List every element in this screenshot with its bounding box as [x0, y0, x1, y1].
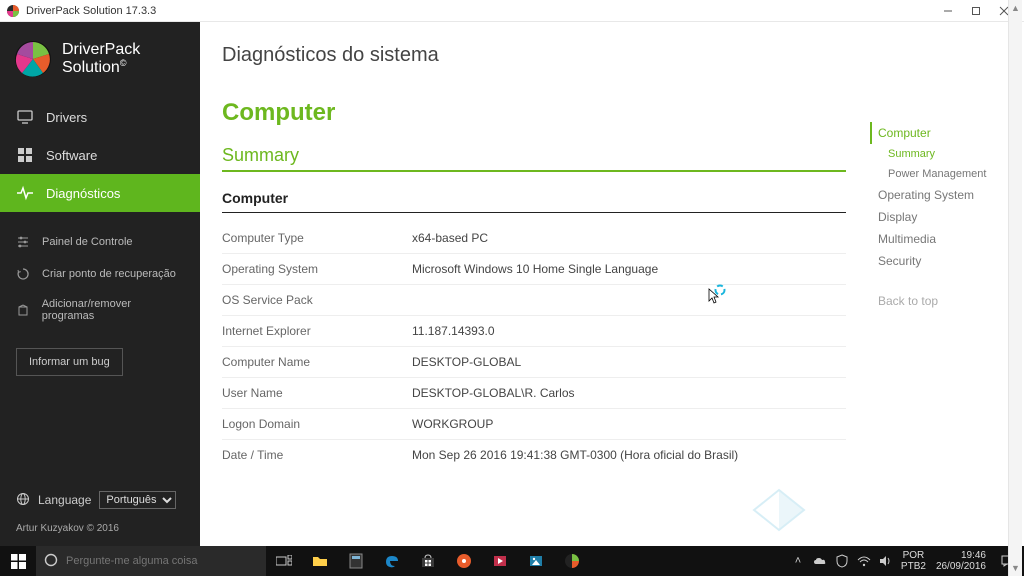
- toc-display[interactable]: Display: [870, 206, 1018, 228]
- brand-logo: DriverPack Solution©: [0, 22, 200, 98]
- tool-add-remove-label: Adicionar/remover programas: [42, 298, 184, 322]
- globe-icon: [16, 492, 30, 509]
- info-key: Operating System: [222, 262, 412, 276]
- window-minimize-button[interactable]: [934, 0, 962, 22]
- info-value: Microsoft Windows 10 Home Single Languag…: [412, 262, 846, 276]
- scroll-up-icon[interactable]: ▲: [1009, 0, 1022, 16]
- section-computer-subheading: Computer: [222, 190, 846, 213]
- heartbeat-icon: [16, 184, 34, 202]
- language-label: Language: [38, 493, 91, 507]
- scroll-track[interactable]: [1009, 16, 1022, 560]
- taskbar-app-movies[interactable]: [482, 546, 518, 576]
- tool-restore-label: Criar ponto de recuperação: [42, 268, 176, 280]
- main-content: Diagnósticos do sistema Computer Summary…: [200, 22, 864, 546]
- vertical-scrollbar[interactable]: ▲ ▼: [1008, 0, 1022, 576]
- info-row-computer-type: Computer Type x64-based PC: [222, 223, 846, 254]
- copyright: Artur Kuzyakov © 2016: [0, 515, 200, 546]
- taskbar-app-groove[interactable]: [446, 546, 482, 576]
- restore-icon: [16, 266, 32, 282]
- toc-multimedia[interactable]: Multimedia: [870, 228, 1018, 250]
- info-row-ie: Internet Explorer 11.187.14393.0: [222, 316, 846, 347]
- taskbar-app-calculator[interactable]: [338, 546, 374, 576]
- info-key: User Name: [222, 386, 412, 400]
- cortana-icon: [44, 553, 58, 570]
- nav-drivers-label: Drivers: [46, 110, 87, 125]
- tray-onedrive-icon[interactable]: [809, 546, 831, 576]
- info-value: x64-based PC: [412, 231, 846, 245]
- monitor-icon: [16, 108, 34, 126]
- info-key: Computer Name: [222, 355, 412, 369]
- window-maximize-button[interactable]: [962, 0, 990, 22]
- nav-software[interactable]: Software: [0, 136, 200, 174]
- info-key: Computer Type: [222, 231, 412, 245]
- taskbar-app-edge[interactable]: [374, 546, 410, 576]
- toc-security[interactable]: Security: [870, 250, 1018, 272]
- info-row-os: Operating System Microsoft Windows 10 Ho…: [222, 254, 846, 285]
- info-key: Internet Explorer: [222, 324, 412, 338]
- logo-icon: [14, 40, 52, 78]
- tray-clock[interactable]: 19:4626/09/2016: [930, 550, 992, 572]
- package-icon: [16, 302, 32, 318]
- language-select[interactable]: Português: [99, 491, 176, 509]
- taskbar-app-photos[interactable]: [518, 546, 554, 576]
- info-value: WORKGROUP: [412, 417, 846, 431]
- sidebar: DriverPack Solution© Drivers Software Di…: [0, 22, 200, 546]
- taskbar-app-folder[interactable]: [302, 546, 338, 576]
- info-value: Mon Sep 26 2016 19:41:38 GMT-0300 (Hora …: [412, 448, 846, 462]
- nav-software-label: Software: [46, 148, 97, 163]
- grid-icon: [16, 146, 34, 164]
- taskbar-search-input[interactable]: [66, 555, 258, 567]
- sliders-icon: [16, 234, 32, 250]
- toc-power[interactable]: Power Management: [870, 164, 1018, 184]
- window-titlebar: DriverPack Solution 17.3.3: [0, 0, 1024, 22]
- section-summary-heading: Summary: [222, 145, 846, 172]
- tray-volume-icon[interactable]: [875, 546, 897, 576]
- windows-taskbar: ˄ PORPTB2 19:4626/09/2016: [0, 546, 1024, 576]
- brand-line1: DriverPack: [62, 41, 140, 59]
- section-computer-heading: Computer: [222, 99, 846, 127]
- nav-diagnostics[interactable]: Diagnósticos: [0, 174, 200, 212]
- task-view-button[interactable]: [266, 546, 302, 576]
- toc-os[interactable]: Operating System: [870, 184, 1018, 206]
- app-favicon-icon: [6, 4, 20, 18]
- cursor-icon: [708, 286, 726, 304]
- nav-drivers[interactable]: Drivers: [0, 98, 200, 136]
- toc-sidebar: Computer Summary Power Management Operat…: [864, 22, 1024, 546]
- tool-restore-point[interactable]: Criar ponto de recuperação: [0, 258, 200, 290]
- nav-diagnostics-label: Diagnósticos: [46, 186, 120, 201]
- report-bug-button[interactable]: Informar um bug: [16, 348, 123, 376]
- brand-line2: Solution: [62, 59, 120, 76]
- taskbar-app-driverpack[interactable]: [554, 546, 590, 576]
- tool-control-panel[interactable]: Painel de Controle: [0, 226, 200, 258]
- tray-defender-icon[interactable]: [831, 546, 853, 576]
- tray-chevron-up-icon[interactable]: ˄: [787, 546, 809, 576]
- info-row-sp: OS Service Pack: [222, 285, 846, 316]
- taskbar-app-store[interactable]: [410, 546, 446, 576]
- info-value: DESKTOP-GLOBAL: [412, 355, 846, 369]
- info-row-datetime: Date / Time Mon Sep 26 2016 19:41:38 GMT…: [222, 440, 846, 470]
- info-row-uname: User Name DESKTOP-GLOBAL\R. Carlos: [222, 378, 846, 409]
- page-title: Diagnósticos do sistema: [222, 44, 846, 67]
- tool-add-remove[interactable]: Adicionar/remover programas: [0, 290, 200, 330]
- tool-control-panel-label: Painel de Controle: [42, 236, 133, 248]
- info-key: Logon Domain: [222, 417, 412, 431]
- info-value: 11.187.14393.0: [412, 324, 846, 338]
- info-row-domain: Logon Domain WORKGROUP: [222, 409, 846, 440]
- info-key: Date / Time: [222, 448, 412, 462]
- tray-language[interactable]: PORPTB2: [897, 550, 930, 572]
- info-row-cname: Computer Name DESKTOP-GLOBAL: [222, 347, 846, 378]
- tray-network-icon[interactable]: [853, 546, 875, 576]
- watermark-icon: [744, 485, 814, 540]
- toc-summary[interactable]: Summary: [870, 144, 1018, 164]
- scroll-down-icon[interactable]: ▼: [1009, 560, 1022, 576]
- taskbar-search[interactable]: [36, 546, 266, 576]
- info-value: [412, 293, 846, 307]
- start-button[interactable]: [0, 546, 36, 576]
- info-key: OS Service Pack: [222, 293, 412, 307]
- toc-back-to-top[interactable]: Back to top: [870, 290, 1018, 312]
- window-title: DriverPack Solution 17.3.3: [26, 5, 156, 17]
- toc-computer[interactable]: Computer: [870, 122, 1018, 144]
- info-value: DESKTOP-GLOBAL\R. Carlos: [412, 386, 846, 400]
